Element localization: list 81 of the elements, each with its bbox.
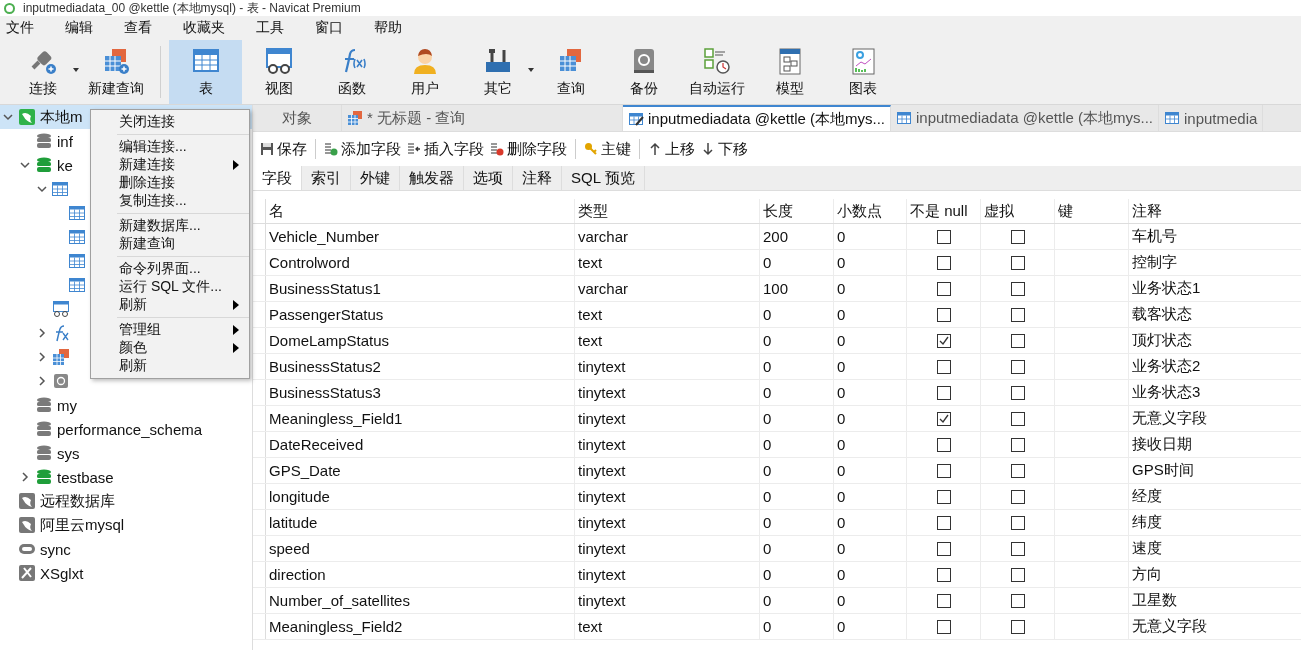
table-cell: 0	[760, 250, 834, 275]
table-cell: Controlword	[266, 250, 575, 275]
table-cell: 0	[834, 276, 907, 301]
table-cell: 200	[760, 224, 834, 249]
table-cell-text: GPS时间	[1131, 460, 1195, 480]
table-cell: 0	[834, 588, 907, 613]
table-cell: 0	[760, 588, 834, 613]
table-cell: varchar	[575, 224, 760, 249]
table-cell: 0	[834, 510, 907, 535]
table-cell: 0	[834, 458, 907, 483]
table-cell-text: 无意义字段	[1131, 616, 1208, 636]
table-cell: 0	[834, 432, 907, 457]
table-cell: 100	[760, 276, 834, 301]
table-cell: 0	[760, 536, 834, 561]
table-cell: BusinessStatus1	[266, 276, 575, 301]
table-cell: 0	[834, 380, 907, 405]
window-title: inputmediadata_00 @kettle (本地mysql) - 表 - Navicat Premium	[23, 0, 361, 17]
table-cell: 0	[834, 328, 907, 353]
table-cell: Vehicle_Number	[266, 224, 575, 249]
table-cell: 0	[834, 536, 907, 561]
table-cell: DomeLampStatus	[266, 328, 575, 353]
table-cell: DateReceived	[266, 432, 575, 457]
table-cell-text: 方向	[1131, 564, 1163, 584]
table-cell: text	[575, 614, 760, 639]
table-cell-text: 纬度	[1131, 512, 1163, 532]
table-cell-text: 载客状态	[1131, 304, 1193, 324]
table-cell-text: 速度	[1131, 538, 1163, 558]
table-cell: 0	[834, 562, 907, 587]
table-cell: 0	[834, 302, 907, 327]
table-cell: text	[575, 250, 760, 275]
table-cell: 0	[760, 302, 834, 327]
table-cell: tinytext	[575, 354, 760, 379]
table-cell: tinytext	[575, 406, 760, 431]
table-cell: latitude	[266, 510, 575, 535]
table-cell: Number_of_satellites	[266, 588, 575, 613]
table-cell: 0	[834, 224, 907, 249]
table-cell-text: 控制字	[1131, 252, 1178, 272]
table-cell: BusinessStatus3	[266, 380, 575, 405]
table-cell-text: 业务状态1	[1131, 278, 1202, 298]
table-cell: Meaningless_Field2	[266, 614, 575, 639]
table-cell: 0	[834, 354, 907, 379]
table-cell: 0	[760, 432, 834, 457]
table-cell: text	[575, 328, 760, 353]
table-cell: 0	[834, 406, 907, 431]
table-cell-text: 接收日期	[1131, 434, 1193, 454]
table-cell: tinytext	[575, 458, 760, 483]
table-cell: tinytext	[575, 562, 760, 587]
table-cell: 0	[760, 458, 834, 483]
table-cell-text: 车机号	[1131, 226, 1178, 246]
table-cell: text	[575, 302, 760, 327]
table-cell: Meaningless_Field1	[266, 406, 575, 431]
table-cell: PassengerStatus	[266, 302, 575, 327]
table-cell: BusinessStatus2	[266, 354, 575, 379]
table-cell: speed	[266, 536, 575, 561]
table-cell: longitude	[266, 484, 575, 509]
table-cell: 0	[834, 250, 907, 275]
table-cell: tinytext	[575, 536, 760, 561]
table-cell-text: 经度	[1131, 486, 1163, 506]
table-cell: 0	[760, 380, 834, 405]
table-cell-text: 顶灯状态	[1131, 330, 1193, 350]
table-cell: varchar	[575, 276, 760, 301]
table-cell: tinytext	[575, 588, 760, 613]
table-cell: 0	[760, 562, 834, 587]
table-cell: GPS_Date	[266, 458, 575, 483]
table-cell: 0	[760, 328, 834, 353]
table-cell-text: 业务状态2	[1131, 356, 1202, 376]
table-cell: tinytext	[575, 510, 760, 535]
table-cell: 0	[760, 614, 834, 639]
table-cell: direction	[266, 562, 575, 587]
table-cell: 0	[760, 354, 834, 379]
table-cell-text: 无意义字段	[1131, 408, 1208, 428]
table-cell: 0	[760, 406, 834, 431]
table-cell-text: 卫星数	[1131, 590, 1178, 610]
table-cell: tinytext	[575, 380, 760, 405]
table-cell: tinytext	[575, 432, 760, 457]
table-cell-text: 业务状态3	[1131, 382, 1202, 402]
table-cell: 0	[834, 484, 907, 509]
table-cell: 0	[834, 614, 907, 639]
table-cell: tinytext	[575, 484, 760, 509]
table-cell: 0	[760, 510, 834, 535]
table-cell: 0	[760, 484, 834, 509]
